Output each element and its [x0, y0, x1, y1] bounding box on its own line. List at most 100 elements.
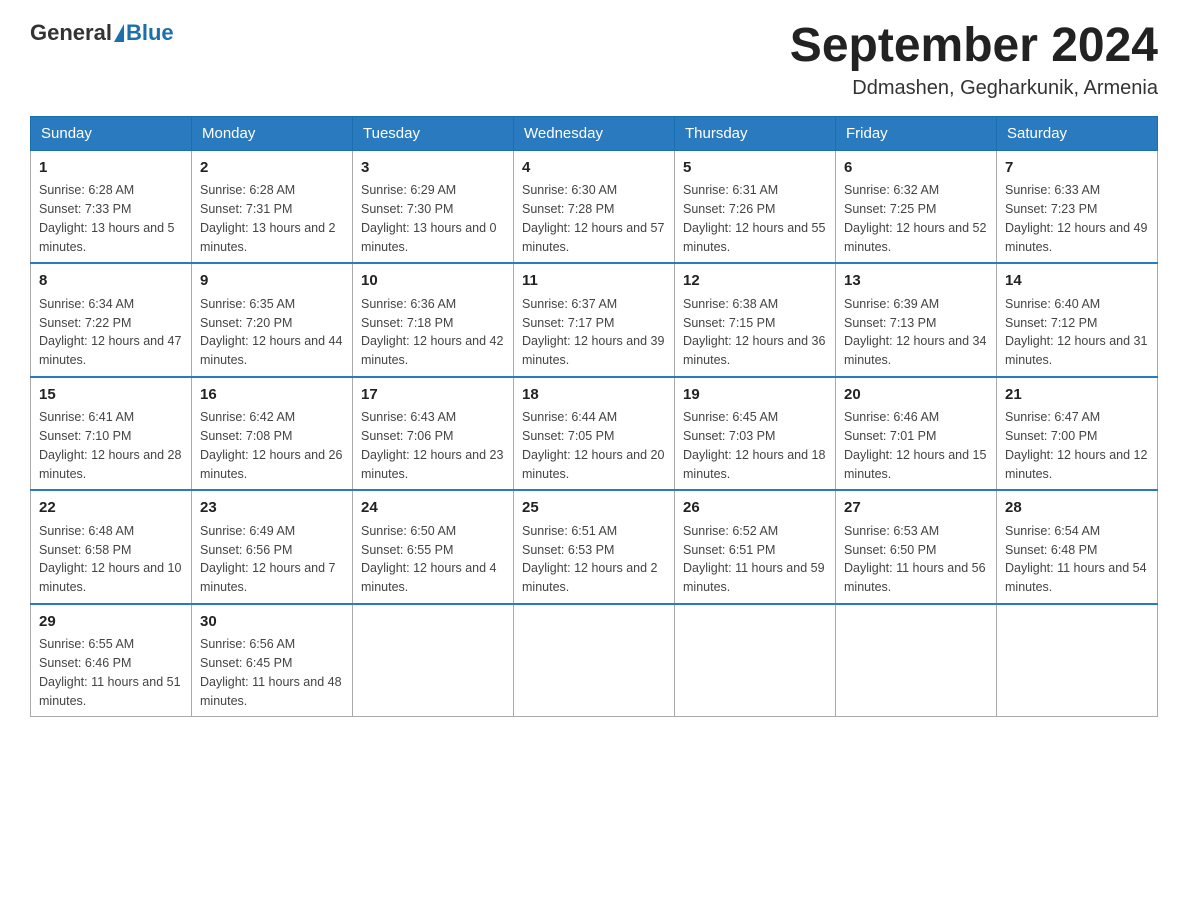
day-number: 29 [39, 611, 183, 634]
day-number: 21 [1005, 384, 1149, 407]
day-number: 15 [39, 384, 183, 407]
calendar-day-cell: 2Sunrise: 6:28 AMSunset: 7:31 PMDaylight… [192, 150, 353, 263]
logo-triangle-icon [114, 24, 124, 42]
day-info: Sunrise: 6:38 AMSunset: 7:15 PMDaylight:… [683, 295, 827, 370]
calendar-day-cell: 1Sunrise: 6:28 AMSunset: 7:33 PMDaylight… [31, 150, 192, 263]
day-info: Sunrise: 6:30 AMSunset: 7:28 PMDaylight:… [522, 181, 666, 256]
day-info: Sunrise: 6:51 AMSunset: 6:53 PMDaylight:… [522, 522, 666, 597]
day-info: Sunrise: 6:44 AMSunset: 7:05 PMDaylight:… [522, 408, 666, 483]
page-header: General Blue September 2024 Ddmashen, Ge… [30, 20, 1158, 100]
day-info: Sunrise: 6:41 AMSunset: 7:10 PMDaylight:… [39, 408, 183, 483]
day-number: 17 [361, 384, 505, 407]
title-area: September 2024 Ddmashen, Gegharkunik, Ar… [790, 20, 1158, 100]
day-info: Sunrise: 6:40 AMSunset: 7:12 PMDaylight:… [1005, 295, 1149, 370]
day-info: Sunrise: 6:28 AMSunset: 7:33 PMDaylight:… [39, 181, 183, 256]
day-number: 12 [683, 270, 827, 293]
calendar-day-cell: 18Sunrise: 6:44 AMSunset: 7:05 PMDayligh… [514, 377, 675, 491]
calendar-day-cell [997, 604, 1158, 717]
day-info: Sunrise: 6:52 AMSunset: 6:51 PMDaylight:… [683, 522, 827, 597]
day-info: Sunrise: 6:47 AMSunset: 7:00 PMDaylight:… [1005, 408, 1149, 483]
day-info: Sunrise: 6:29 AMSunset: 7:30 PMDaylight:… [361, 181, 505, 256]
day-info: Sunrise: 6:48 AMSunset: 6:58 PMDaylight:… [39, 522, 183, 597]
weekday-header-wednesday: Wednesday [514, 116, 675, 150]
day-number: 4 [522, 157, 666, 180]
day-number: 5 [683, 157, 827, 180]
day-number: 23 [200, 497, 344, 520]
calendar-day-cell [514, 604, 675, 717]
day-info: Sunrise: 6:43 AMSunset: 7:06 PMDaylight:… [361, 408, 505, 483]
day-info: Sunrise: 6:53 AMSunset: 6:50 PMDaylight:… [844, 522, 988, 597]
weekday-header-thursday: Thursday [675, 116, 836, 150]
calendar-day-cell: 7Sunrise: 6:33 AMSunset: 7:23 PMDaylight… [997, 150, 1158, 263]
calendar-day-cell: 25Sunrise: 6:51 AMSunset: 6:53 PMDayligh… [514, 490, 675, 604]
day-number: 27 [844, 497, 988, 520]
day-number: 22 [39, 497, 183, 520]
calendar-day-cell: 11Sunrise: 6:37 AMSunset: 7:17 PMDayligh… [514, 263, 675, 377]
calendar-day-cell: 8Sunrise: 6:34 AMSunset: 7:22 PMDaylight… [31, 263, 192, 377]
calendar-day-cell [836, 604, 997, 717]
calendar-day-cell: 12Sunrise: 6:38 AMSunset: 7:15 PMDayligh… [675, 263, 836, 377]
weekday-header-row: SundayMondayTuesdayWednesdayThursdayFrid… [31, 116, 1158, 150]
calendar-week-row: 1Sunrise: 6:28 AMSunset: 7:33 PMDaylight… [31, 150, 1158, 263]
weekday-header-friday: Friday [836, 116, 997, 150]
day-number: 30 [200, 611, 344, 634]
calendar-day-cell: 23Sunrise: 6:49 AMSunset: 6:56 PMDayligh… [192, 490, 353, 604]
calendar-day-cell: 30Sunrise: 6:56 AMSunset: 6:45 PMDayligh… [192, 604, 353, 717]
calendar-day-cell: 17Sunrise: 6:43 AMSunset: 7:06 PMDayligh… [353, 377, 514, 491]
day-number: 11 [522, 270, 666, 293]
day-number: 9 [200, 270, 344, 293]
calendar-day-cell: 24Sunrise: 6:50 AMSunset: 6:55 PMDayligh… [353, 490, 514, 604]
calendar-day-cell: 16Sunrise: 6:42 AMSunset: 7:08 PMDayligh… [192, 377, 353, 491]
day-info: Sunrise: 6:55 AMSunset: 6:46 PMDaylight:… [39, 635, 183, 710]
day-info: Sunrise: 6:36 AMSunset: 7:18 PMDaylight:… [361, 295, 505, 370]
location-subtitle: Ddmashen, Gegharkunik, Armenia [790, 77, 1158, 100]
calendar-day-cell: 20Sunrise: 6:46 AMSunset: 7:01 PMDayligh… [836, 377, 997, 491]
calendar-week-row: 8Sunrise: 6:34 AMSunset: 7:22 PMDaylight… [31, 263, 1158, 377]
calendar-week-row: 15Sunrise: 6:41 AMSunset: 7:10 PMDayligh… [31, 377, 1158, 491]
day-number: 24 [361, 497, 505, 520]
day-info: Sunrise: 6:45 AMSunset: 7:03 PMDaylight:… [683, 408, 827, 483]
day-number: 6 [844, 157, 988, 180]
day-number: 8 [39, 270, 183, 293]
day-number: 25 [522, 497, 666, 520]
calendar-day-cell: 21Sunrise: 6:47 AMSunset: 7:00 PMDayligh… [997, 377, 1158, 491]
calendar-day-cell: 13Sunrise: 6:39 AMSunset: 7:13 PMDayligh… [836, 263, 997, 377]
calendar-week-row: 29Sunrise: 6:55 AMSunset: 6:46 PMDayligh… [31, 604, 1158, 717]
calendar-day-cell: 29Sunrise: 6:55 AMSunset: 6:46 PMDayligh… [31, 604, 192, 717]
calendar-day-cell: 28Sunrise: 6:54 AMSunset: 6:48 PMDayligh… [997, 490, 1158, 604]
day-info: Sunrise: 6:28 AMSunset: 7:31 PMDaylight:… [200, 181, 344, 256]
day-info: Sunrise: 6:31 AMSunset: 7:26 PMDaylight:… [683, 181, 827, 256]
day-number: 14 [1005, 270, 1149, 293]
month-title: September 2024 [790, 20, 1158, 73]
calendar-day-cell [675, 604, 836, 717]
calendar-day-cell: 3Sunrise: 6:29 AMSunset: 7:30 PMDaylight… [353, 150, 514, 263]
calendar-day-cell: 5Sunrise: 6:31 AMSunset: 7:26 PMDaylight… [675, 150, 836, 263]
calendar-day-cell: 19Sunrise: 6:45 AMSunset: 7:03 PMDayligh… [675, 377, 836, 491]
day-number: 1 [39, 157, 183, 180]
calendar-day-cell: 27Sunrise: 6:53 AMSunset: 6:50 PMDayligh… [836, 490, 997, 604]
calendar-day-cell: 14Sunrise: 6:40 AMSunset: 7:12 PMDayligh… [997, 263, 1158, 377]
calendar-day-cell [353, 604, 514, 717]
day-info: Sunrise: 6:34 AMSunset: 7:22 PMDaylight:… [39, 295, 183, 370]
day-number: 26 [683, 497, 827, 520]
day-number: 2 [200, 157, 344, 180]
weekday-header-tuesday: Tuesday [353, 116, 514, 150]
logo-general-text: General [30, 20, 112, 46]
day-number: 18 [522, 384, 666, 407]
weekday-header-monday: Monday [192, 116, 353, 150]
day-info: Sunrise: 6:49 AMSunset: 6:56 PMDaylight:… [200, 522, 344, 597]
day-number: 10 [361, 270, 505, 293]
day-number: 19 [683, 384, 827, 407]
day-number: 7 [1005, 157, 1149, 180]
day-number: 16 [200, 384, 344, 407]
day-info: Sunrise: 6:37 AMSunset: 7:17 PMDaylight:… [522, 295, 666, 370]
day-info: Sunrise: 6:33 AMSunset: 7:23 PMDaylight:… [1005, 181, 1149, 256]
calendar-day-cell: 26Sunrise: 6:52 AMSunset: 6:51 PMDayligh… [675, 490, 836, 604]
calendar-day-cell: 10Sunrise: 6:36 AMSunset: 7:18 PMDayligh… [353, 263, 514, 377]
day-number: 20 [844, 384, 988, 407]
day-info: Sunrise: 6:32 AMSunset: 7:25 PMDaylight:… [844, 181, 988, 256]
day-number: 3 [361, 157, 505, 180]
calendar-day-cell: 4Sunrise: 6:30 AMSunset: 7:28 PMDaylight… [514, 150, 675, 263]
calendar-table: SundayMondayTuesdayWednesdayThursdayFrid… [30, 116, 1158, 718]
calendar-day-cell: 15Sunrise: 6:41 AMSunset: 7:10 PMDayligh… [31, 377, 192, 491]
